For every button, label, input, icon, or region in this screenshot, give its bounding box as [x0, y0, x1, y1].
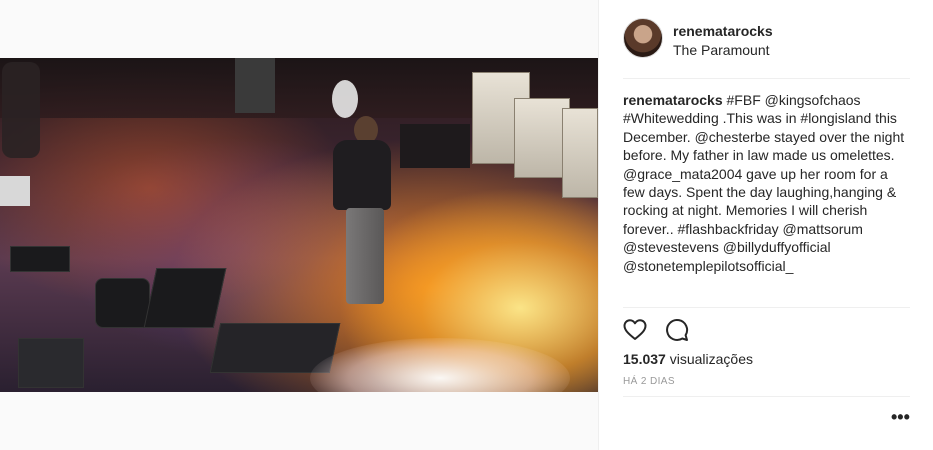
comment-icon[interactable]	[665, 318, 689, 344]
pedalboard	[143, 268, 227, 328]
drum	[332, 80, 358, 118]
view-count-label: visualizações	[669, 351, 753, 367]
speaker-cabinet	[235, 58, 275, 113]
divider	[623, 396, 910, 397]
more-options-icon[interactable]: •••	[891, 408, 910, 430]
username-link[interactable]: renematarocks	[673, 23, 773, 39]
post-timestamp[interactable]: HÁ 2 DIAS	[623, 376, 675, 387]
singer-body	[333, 140, 391, 210]
post-photo[interactable]	[0, 58, 598, 392]
amplifier	[562, 108, 598, 198]
stage-monitor	[0, 176, 30, 206]
view-count[interactable]: 15.037 visualizações	[623, 351, 753, 367]
post-sidebar: renematarocks The Paramount renematarock…	[598, 0, 933, 450]
avatar[interactable]	[623, 18, 663, 58]
divider	[623, 307, 910, 308]
view-count-number: 15.037	[623, 351, 666, 367]
heart-icon[interactable]	[623, 318, 647, 344]
stage-gear	[10, 246, 70, 272]
action-bar	[623, 318, 689, 344]
media-pane	[0, 0, 598, 450]
singer-legs	[346, 208, 384, 304]
stage-gear	[95, 278, 150, 328]
light-flare	[310, 338, 570, 392]
location-link[interactable]: The Paramount	[673, 42, 770, 58]
caption: renematarocks #FBF @kingsofchaos #Whitew…	[623, 91, 913, 275]
guitarist	[2, 62, 40, 158]
post-header: renematarocks The Paramount	[599, 0, 933, 78]
caption-username[interactable]: renematarocks	[623, 92, 723, 108]
stage-riser	[400, 124, 470, 168]
caption-text: #FBF @kingsofchaos #Whitewedding .This w…	[623, 92, 905, 274]
stage-gear	[18, 338, 84, 388]
divider	[623, 78, 910, 79]
